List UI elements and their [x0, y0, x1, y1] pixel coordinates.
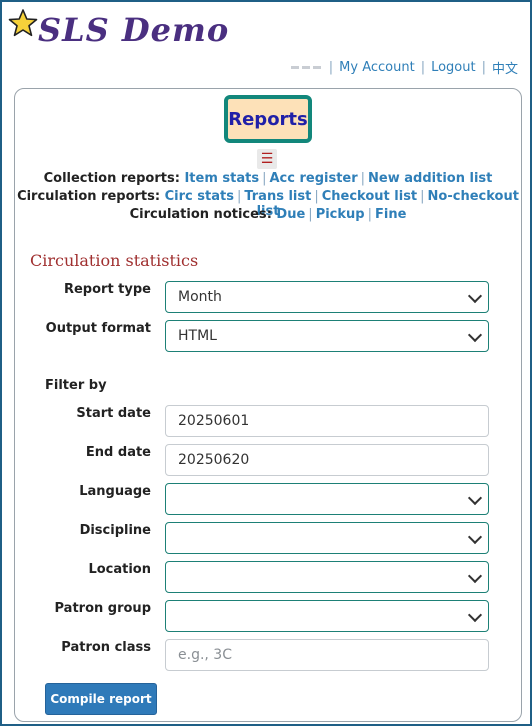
- pickup-link[interactable]: Pickup: [316, 207, 365, 222]
- new-addition-list-link[interactable]: New addition list: [368, 171, 492, 186]
- end-date-label: End date: [85, 445, 151, 460]
- acc-register-link[interactable]: Acc register: [269, 171, 357, 186]
- patron-class-label: Patron class: [61, 640, 151, 655]
- report-type-value: Month: [178, 289, 222, 305]
- circulation-reports-label: Circulation reports: [17, 189, 155, 204]
- language-select[interactable]: [165, 483, 489, 515]
- patron-class-placeholder: e.g., 3C: [178, 647, 232, 663]
- report-type-select[interactable]: Month: [165, 281, 489, 313]
- star-logo-icon: [8, 9, 38, 37]
- filter-by-heading: Filter by: [45, 378, 107, 393]
- location-select[interactable]: [165, 561, 489, 593]
- language-switch-link[interactable]: 中文: [492, 58, 518, 77]
- top-nav: | My Account | Logout | 中文: [290, 58, 518, 77]
- checkout-list-link[interactable]: Checkout list: [322, 189, 417, 204]
- report-type-label: Report type: [63, 282, 151, 297]
- chevron-down-icon: [467, 529, 483, 545]
- output-format-label: Output format: [45, 321, 151, 336]
- logout-link[interactable]: Logout: [431, 60, 476, 75]
- hamburger-menu-icon[interactable]: ☰: [257, 149, 277, 169]
- discipline-select[interactable]: [165, 522, 489, 554]
- chevron-down-icon: [467, 490, 483, 506]
- collection-reports-row: Collection reports: Item stats | Acc regis…: [43, 171, 493, 186]
- trans-list-link[interactable]: Trans list: [244, 189, 311, 204]
- start-date-value: 20250601: [178, 413, 250, 429]
- patron-group-select[interactable]: [165, 600, 489, 632]
- chevron-down-icon: [467, 327, 483, 343]
- fine-link[interactable]: Fine: [375, 207, 406, 222]
- circulation-notices-label: Circulation notices: [129, 207, 267, 222]
- user-placeholder-icon: [290, 66, 321, 69]
- reports-panel: Reports ☰ Collection reports: Item stats…: [14, 88, 522, 722]
- output-format-select[interactable]: HTML: [165, 320, 489, 352]
- chevron-down-icon: [467, 607, 483, 623]
- section-title: Circulation statistics: [30, 251, 199, 270]
- due-link[interactable]: Due: [276, 207, 305, 222]
- end-date-value: 20250620: [178, 452, 250, 468]
- output-format-value: HTML: [178, 328, 217, 344]
- language-label: Language: [79, 484, 151, 499]
- item-stats-link[interactable]: Item stats: [184, 171, 259, 186]
- start-date-input[interactable]: 20250601: [165, 405, 489, 437]
- app-logo-text: SLS Demo: [38, 11, 230, 49]
- discipline-label: Discipline: [79, 523, 151, 538]
- location-label: Location: [88, 562, 151, 577]
- compile-report-button[interactable]: Compile report: [45, 683, 157, 715]
- my-account-link[interactable]: My Account: [339, 60, 415, 75]
- chevron-down-icon: [467, 568, 483, 584]
- chevron-down-icon: [467, 288, 483, 304]
- patron-class-input[interactable]: e.g., 3C: [165, 639, 489, 671]
- tab-reports[interactable]: Reports: [224, 95, 312, 143]
- patron-group-label: Patron group: [54, 601, 152, 616]
- end-date-input[interactable]: 20250620: [165, 444, 489, 476]
- collection-reports-label: Collection reports: [43, 171, 175, 186]
- app-frame: SLS Demo | My Account | Logout | 中文 Repo…: [0, 0, 532, 726]
- start-date-label: Start date: [76, 406, 151, 421]
- circulation-notices-row: Circulation notices: Due | Pickup | Fine: [129, 207, 407, 222]
- circ-stats-link[interactable]: Circ stats: [165, 189, 234, 204]
